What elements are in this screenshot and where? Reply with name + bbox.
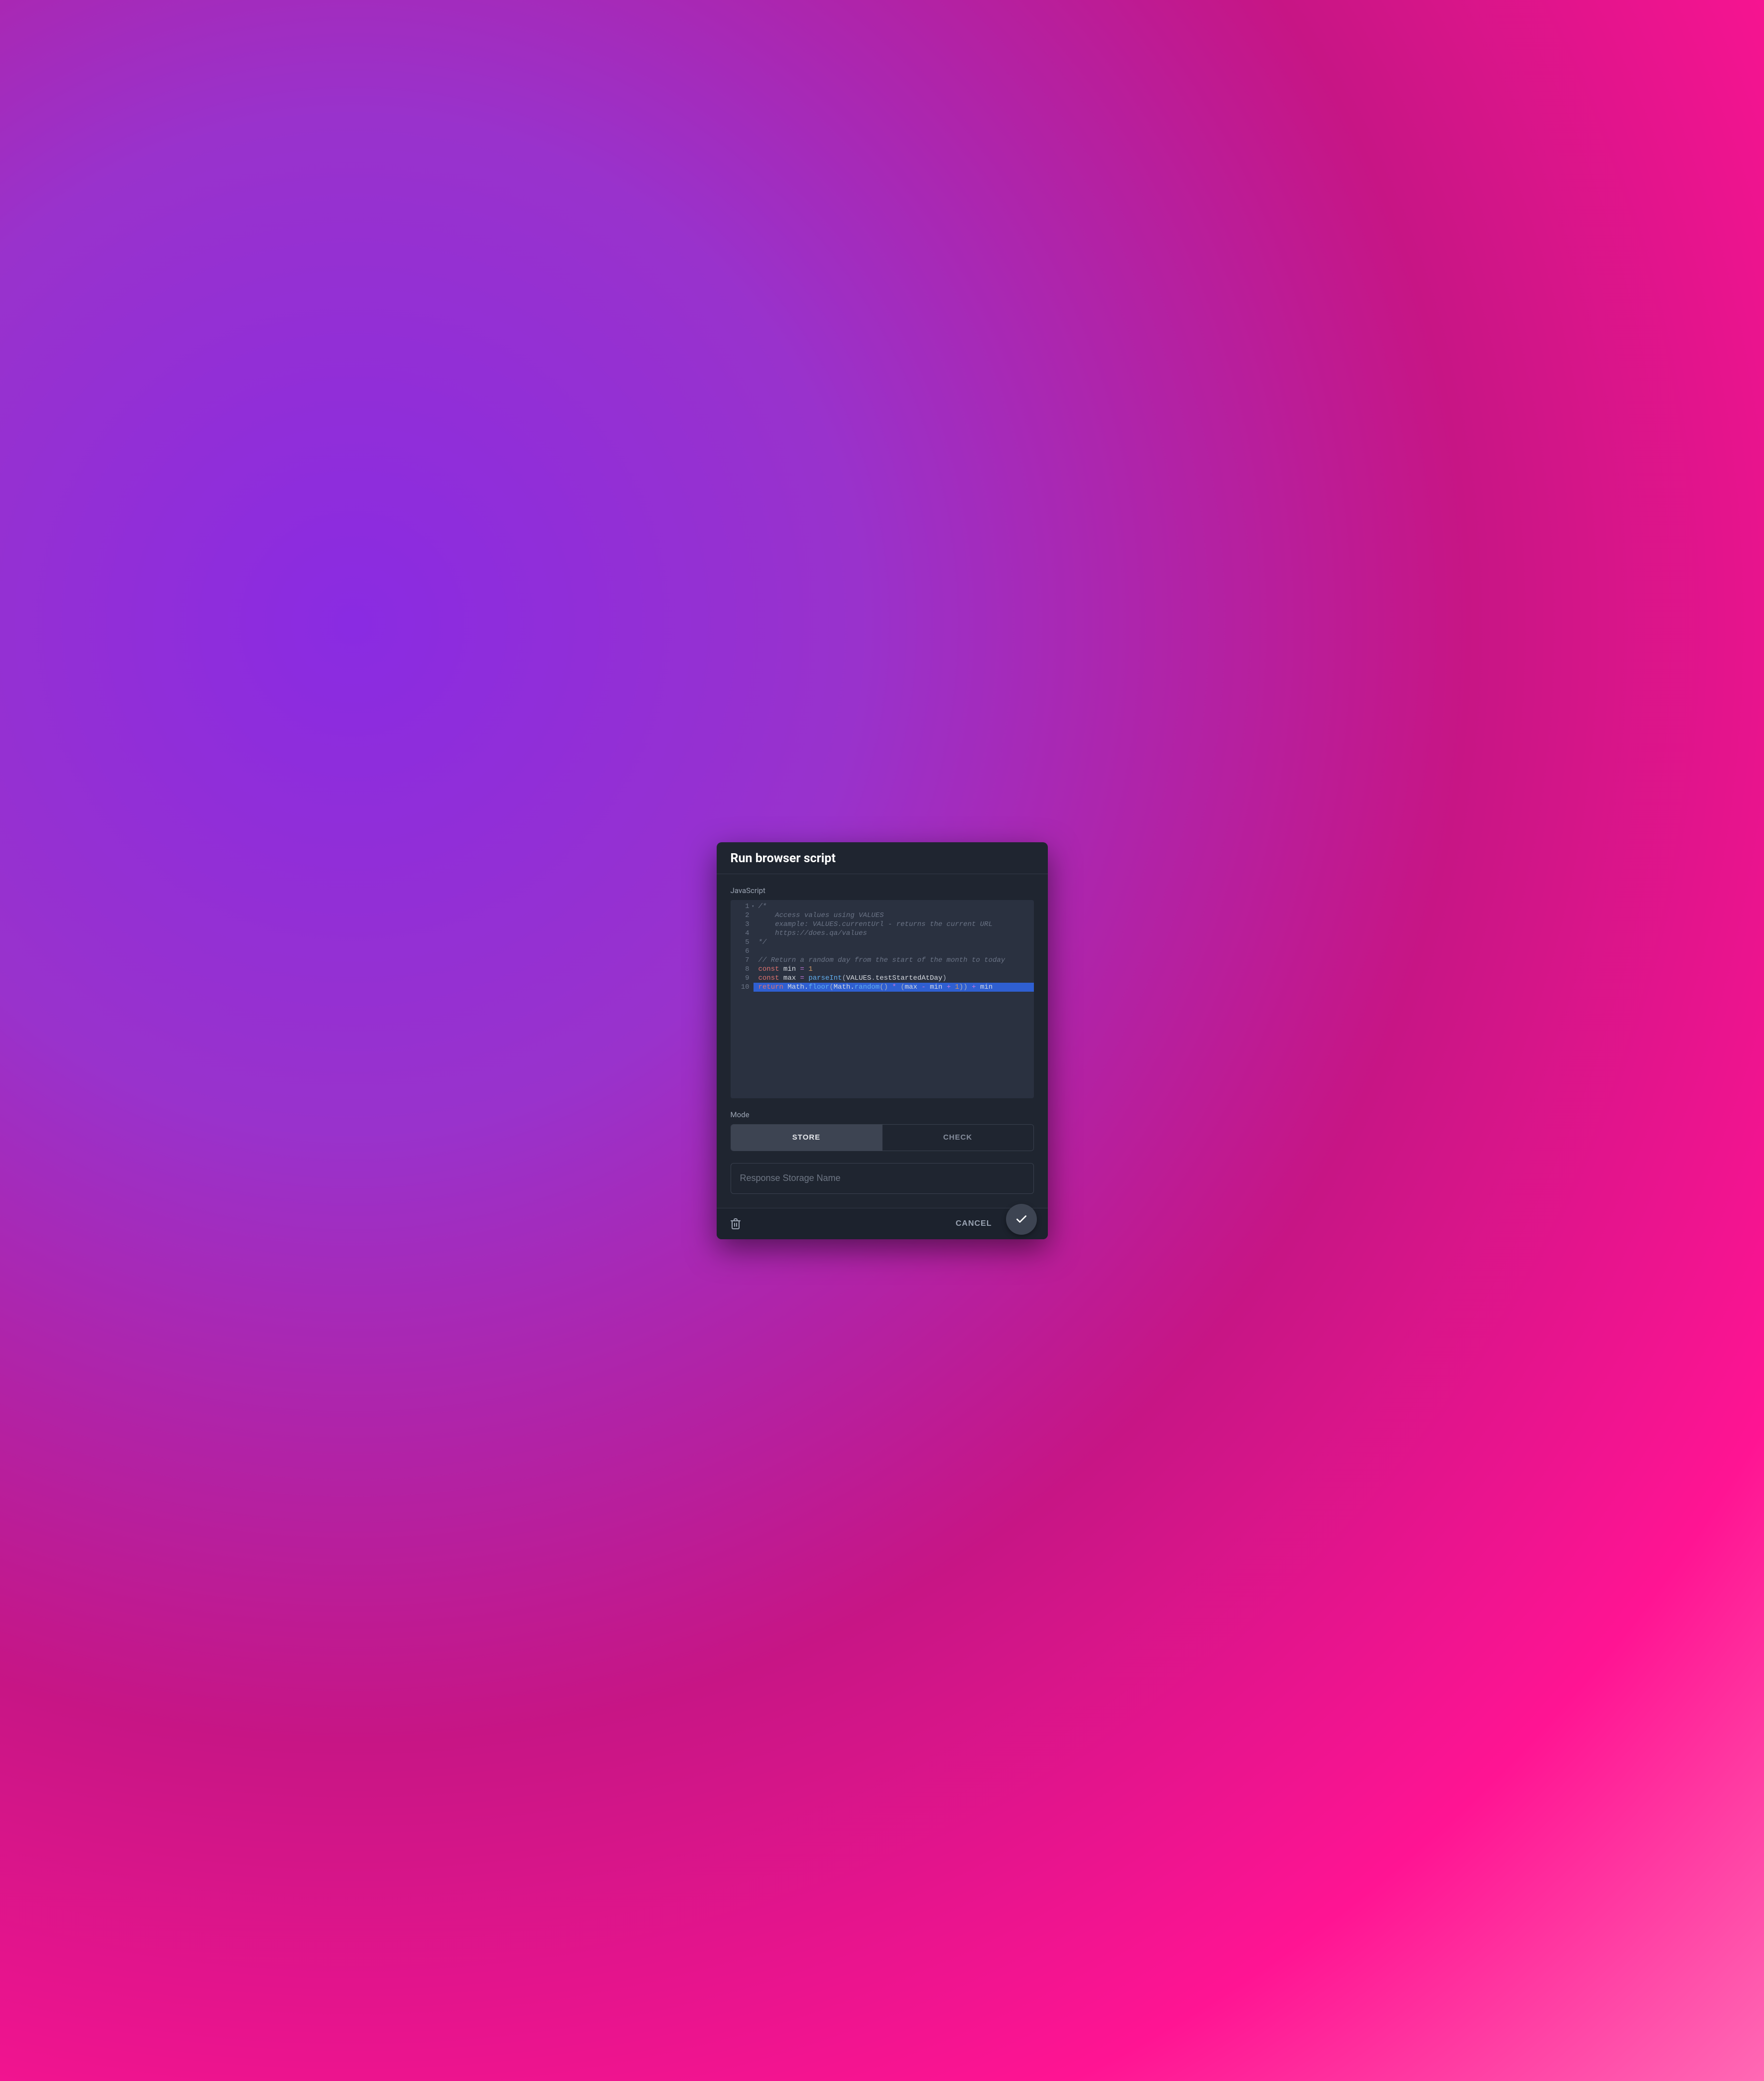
dialog-title: Run browser script (731, 851, 1034, 866)
dialog-header: Run browser script (717, 842, 1048, 874)
language-label: JavaScript (731, 886, 1034, 895)
mode-section: Mode STORECHECK (731, 1110, 1034, 1151)
line-number: 9 (733, 974, 750, 983)
code-line[interactable]: const max = parseInt(VALUES.testStartedA… (754, 974, 1034, 983)
mode-label: Mode (731, 1110, 1034, 1119)
line-number: 5 (733, 938, 750, 947)
code-line[interactable] (754, 947, 1034, 956)
code-line[interactable]: example: VALUES.currentUrl - returns the… (754, 920, 1034, 929)
line-number: 2 (733, 911, 750, 920)
code-lines[interactable]: /* Access values using VALUES example: V… (754, 900, 1034, 1098)
line-number: 1 (733, 902, 750, 911)
code-line[interactable]: return Math.floor(Math.random() * (max -… (754, 983, 1034, 992)
dialog-footer: CANCEL (717, 1208, 1048, 1239)
code-editor[interactable]: 12345678910 /* Access values using VALUE… (731, 900, 1034, 1098)
code-gutter: 12345678910 (731, 900, 754, 1098)
code-line[interactable]: */ (754, 938, 1034, 947)
code-section: JavaScript 12345678910 /* Access values … (731, 886, 1034, 1098)
delete-button[interactable] (728, 1215, 744, 1232)
code-line[interactable]: // Return a random day from the start of… (754, 956, 1034, 965)
check-icon (1015, 1213, 1028, 1226)
mode-option-store[interactable]: STORE (731, 1125, 882, 1151)
dialog-body: JavaScript 12345678910 /* Access values … (717, 874, 1048, 1208)
line-number: 10 (733, 983, 750, 992)
confirm-button[interactable] (1006, 1204, 1037, 1235)
response-storage-name-input[interactable] (731, 1163, 1034, 1194)
code-line[interactable]: const min = 1 (754, 965, 1034, 974)
line-number: 4 (733, 929, 750, 938)
line-number: 6 (733, 947, 750, 956)
code-line[interactable]: Access values using VALUES (754, 911, 1034, 920)
mode-option-check[interactable]: CHECK (882, 1125, 1033, 1151)
trash-icon (731, 1218, 741, 1229)
cancel-button[interactable]: CANCEL (950, 1215, 998, 1232)
storage-name-section (731, 1163, 1034, 1194)
code-line[interactable]: https://does.qa/values (754, 929, 1034, 938)
code-line[interactable]: /* (754, 902, 1034, 911)
line-number: 3 (733, 920, 750, 929)
mode-toggle: STORECHECK (731, 1124, 1034, 1151)
run-script-dialog: Run browser script JavaScript 1234567891… (717, 842, 1048, 1239)
line-number: 8 (733, 965, 750, 974)
line-number: 7 (733, 956, 750, 965)
